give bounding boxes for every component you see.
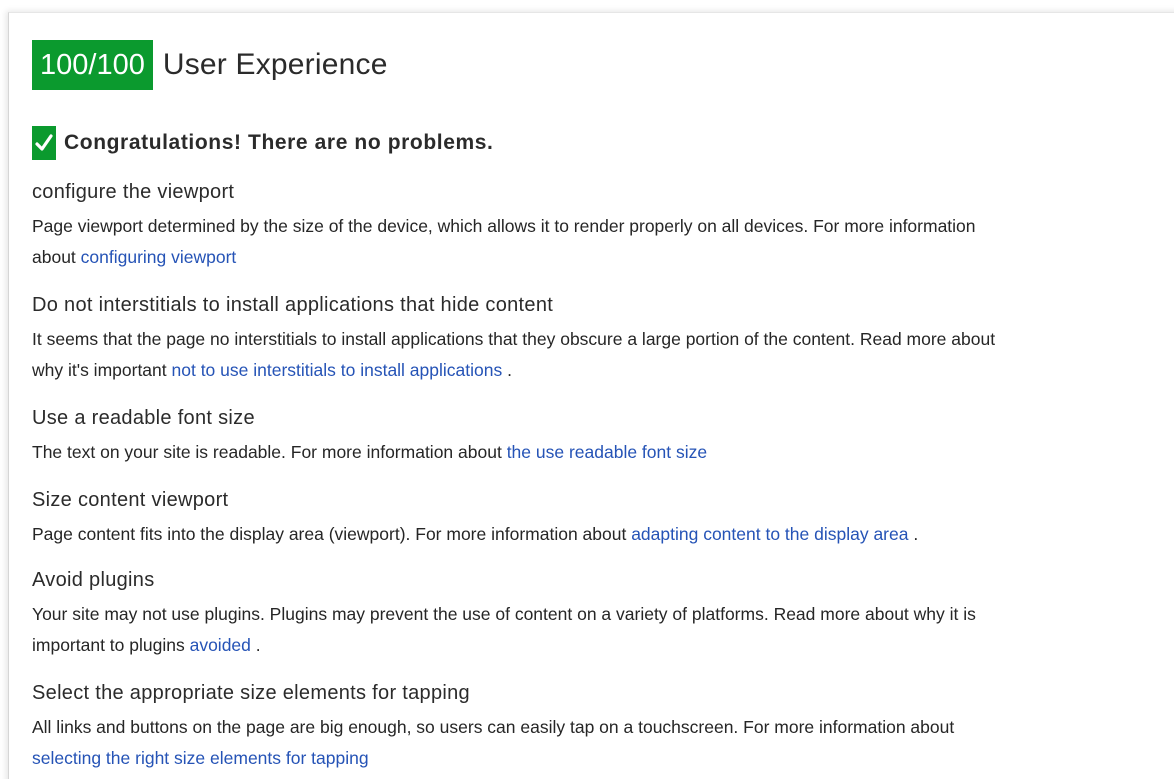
rule-link[interactable]: adapting content to the display area xyxy=(631,524,908,544)
rule-description-text: All links and buttons on the page are bi… xyxy=(32,717,955,737)
rule-description: Your site may not use plugins. Plugins m… xyxy=(32,599,1174,661)
rule-configure-viewport: configure the viewport Page viewport det… xyxy=(32,178,1174,273)
rule-title: Use a readable font size xyxy=(32,407,255,429)
rule-description: All links and buttons on the page are bi… xyxy=(32,712,1174,774)
rule-tap-targets: Select the appropriate size elements for… xyxy=(32,679,1174,774)
rule-description-suffix: . xyxy=(908,524,919,544)
rule-title: configure the viewport xyxy=(32,181,235,203)
check-icon xyxy=(32,126,56,160)
rule-description-suffix: . xyxy=(250,635,261,655)
rule-description-text: Your site may not use plugins. Plugins m… xyxy=(32,604,976,624)
rule-description-text: Page content fits into the display area … xyxy=(32,524,632,544)
rule-title: Do not interstitials to install applicat… xyxy=(32,294,554,316)
rule-link[interactable]: avoided xyxy=(190,635,251,655)
rule-title: Select the appropriate size elements for… xyxy=(32,682,470,704)
section-title: User Experience xyxy=(162,48,388,81)
summary-message: Congratulations! There are no problems. xyxy=(64,131,494,154)
rule-description-text: The text on your site is readable. For m… xyxy=(32,442,507,462)
rule-avoid-interstitials: Do not interstitials to install applicat… xyxy=(32,291,1174,386)
rule-description-text: It seems that the page no interstitials … xyxy=(32,329,996,349)
rule-description: It seems that the page no interstitials … xyxy=(32,324,1174,386)
rule-avoid-plugins: Avoid plugins Your site may not use plug… xyxy=(32,566,1174,661)
rule-description-suffix: . xyxy=(502,360,512,380)
rule-description: Page content fits into the display area … xyxy=(32,519,1174,550)
score-badge: 100/100 xyxy=(32,40,153,90)
rule-link[interactable]: not to use interstitials to install appl… xyxy=(172,360,503,380)
rule-link[interactable]: selecting the right size elements for ta… xyxy=(32,748,369,768)
rule-description-text: about xyxy=(32,247,81,267)
rule-description: The text on your site is readable. For m… xyxy=(32,437,1174,468)
section-header: 100/100 User Experience xyxy=(32,40,388,90)
rule-title: Avoid plugins xyxy=(32,569,155,591)
rule-description-text: important to plugins xyxy=(32,635,190,655)
rule-link[interactable]: the use readable font size xyxy=(507,442,707,462)
summary-banner: Congratulations! There are no problems. xyxy=(32,126,493,160)
rule-link[interactable]: configuring viewport xyxy=(81,247,237,267)
rule-readable-font-size: Use a readable font size The text on you… xyxy=(32,404,1174,468)
rule-size-content-viewport: Size content viewport Page content fits … xyxy=(32,486,1174,550)
rule-description-text: Page viewport determined by the size of … xyxy=(32,216,976,236)
rule-description: Page viewport determined by the size of … xyxy=(32,211,1174,273)
rule-description-text: why it's important xyxy=(32,360,172,380)
rule-title: Size content viewport xyxy=(32,489,229,511)
